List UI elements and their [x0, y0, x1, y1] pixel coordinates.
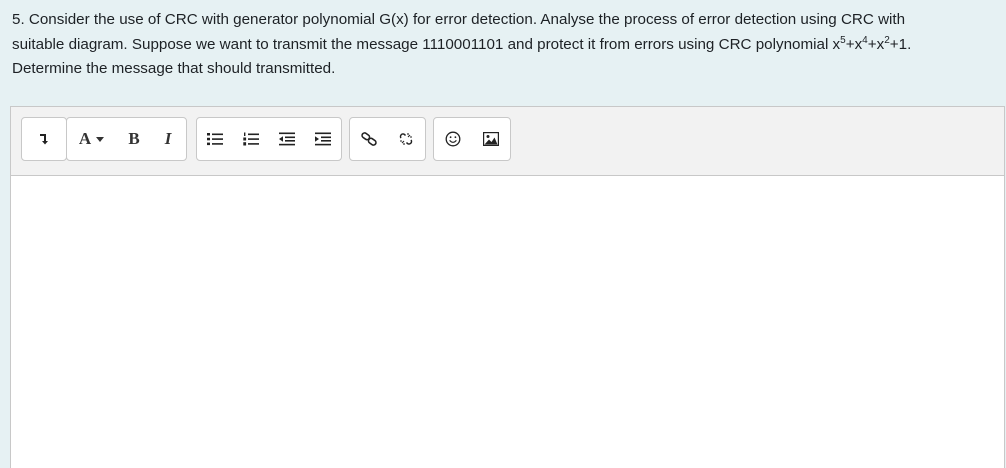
- font-color-icon: A: [78, 129, 92, 148]
- ordered-list-icon: [243, 132, 259, 146]
- toolbar-group-media: [433, 117, 511, 161]
- bold-icon: B: [128, 129, 140, 148]
- question-line-1: 5. Consider the use of CRC with generato…: [12, 11, 906, 28]
- question-line-3: Determine the message that should transm…: [12, 60, 336, 77]
- toolbar-group-style: A B I: [66, 117, 187, 161]
- question-line-2: suitable diagram. Suppose we want to tra…: [12, 33, 997, 58]
- unlink-button[interactable]: [388, 118, 426, 160]
- show-more-button[interactable]: [22, 118, 66, 160]
- term-3: +x: [867, 35, 885, 53]
- image-icon: [483, 132, 499, 146]
- link-icon: [361, 132, 377, 146]
- show-more-icon: [40, 134, 48, 145]
- unordered-list-icon: [207, 133, 223, 146]
- outdent-button[interactable]: [269, 118, 305, 160]
- term-2: +x: [845, 35, 863, 53]
- bold-button[interactable]: B: [117, 118, 151, 160]
- editor-toolbar: A B I: [11, 107, 1004, 176]
- chevron-down-icon: [96, 137, 105, 142]
- toolbar-group-links: [349, 117, 426, 161]
- editor-content-area[interactable]: [11, 176, 1004, 468]
- toolbar-group-lists: [196, 117, 342, 161]
- indent-button[interactable]: [305, 118, 341, 160]
- emoji-icon: [445, 131, 461, 147]
- ordered-list-button[interactable]: [233, 118, 269, 160]
- term-4: +1.: [889, 35, 912, 53]
- rich-text-editor: A B I: [10, 106, 1005, 468]
- unlink-icon: [400, 133, 413, 145]
- unordered-list-button[interactable]: [197, 118, 233, 160]
- italic-icon: I: [164, 129, 172, 148]
- link-button[interactable]: [350, 118, 388, 160]
- font-color-button[interactable]: A: [67, 118, 117, 160]
- image-button[interactable]: [472, 118, 510, 160]
- outdent-icon: [279, 132, 295, 146]
- indent-icon: [315, 132, 331, 146]
- question-text: 5. Consider the use of CRC with generato…: [12, 8, 997, 82]
- question-line-2-text: suitable diagram. Suppose we want to tra…: [12, 35, 841, 53]
- toolbar-group-more: [21, 117, 67, 161]
- italic-button[interactable]: I: [151, 118, 185, 160]
- emoji-button[interactable]: [434, 118, 472, 160]
